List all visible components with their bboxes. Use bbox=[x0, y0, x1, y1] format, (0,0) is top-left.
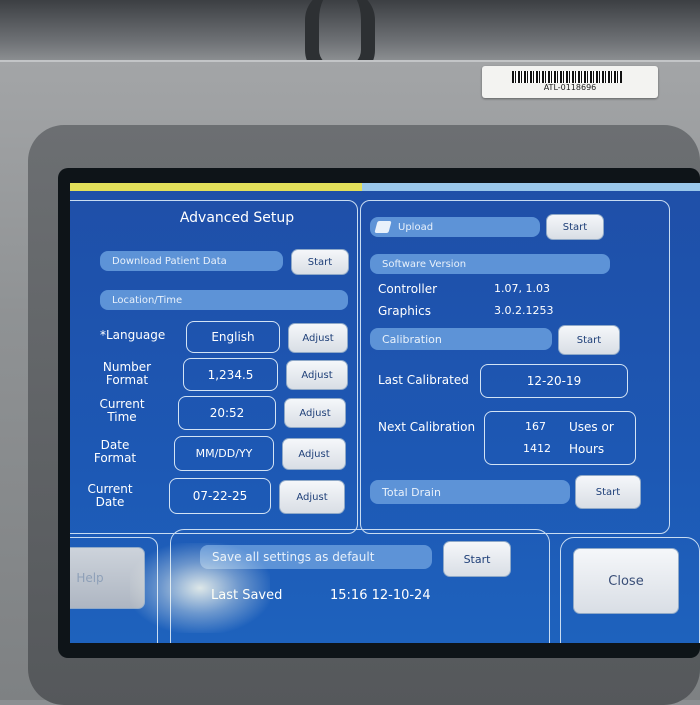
hours-value: 1412 bbox=[523, 442, 551, 455]
number-format-label: Number Format bbox=[102, 360, 152, 387]
scroll-icon bbox=[374, 221, 392, 233]
date-format-adjust-button[interactable]: Adjust bbox=[282, 438, 346, 470]
current-time-adjust-button[interactable]: Adjust bbox=[284, 398, 346, 428]
calibration-start-button[interactable]: Start bbox=[558, 325, 620, 355]
current-time-label: Current Time bbox=[99, 397, 145, 424]
hours-unit: Hours bbox=[569, 442, 605, 456]
page-title: Advanced Setup bbox=[179, 210, 295, 226]
screen-top-edge-yellow bbox=[70, 183, 362, 191]
controller-value: 1.07, 1.03 bbox=[494, 282, 550, 295]
current-date-value: 07-22-25 bbox=[169, 478, 271, 514]
graphics-label: Graphics bbox=[378, 304, 431, 318]
number-format-value: 1,234.5 bbox=[183, 358, 278, 391]
location-time-section: Location/Time bbox=[100, 290, 348, 310]
barcode bbox=[512, 71, 622, 83]
calibration-section: Calibration bbox=[370, 328, 552, 350]
total-drain-section: Total Drain bbox=[370, 480, 570, 504]
last-saved-value: 15:16 12-10-24 bbox=[330, 588, 431, 603]
close-button[interactable]: Close bbox=[573, 548, 679, 614]
uses-value: 167 bbox=[525, 420, 546, 433]
language-value: English bbox=[186, 321, 280, 353]
touch-screen: Advanced Setup Download Patient Data Sta… bbox=[70, 183, 700, 643]
date-format-value: MM/DD/YY bbox=[174, 436, 274, 471]
current-time-value: 20:52 bbox=[178, 396, 276, 430]
upload-start-button[interactable]: Start bbox=[546, 214, 604, 240]
upload-label-bar: Upload bbox=[370, 217, 540, 237]
language-adjust-button[interactable]: Adjust bbox=[288, 323, 348, 353]
upload-label: Upload bbox=[398, 221, 434, 233]
last-calibrated-label: Last Calibrated bbox=[378, 373, 469, 387]
save-start-button[interactable]: Start bbox=[443, 541, 511, 577]
controller-label: Controller bbox=[378, 282, 438, 296]
asset-tag-text: ATL-0118696 bbox=[543, 83, 597, 92]
current-date-label: Current Date bbox=[87, 482, 133, 509]
asset-label-sticker: ATL-0118696 bbox=[482, 66, 658, 98]
screen-glare bbox=[130, 543, 270, 633]
number-format-adjust-button[interactable]: Adjust bbox=[286, 360, 348, 390]
software-version-section: Software Version bbox=[370, 254, 610, 274]
date-format-label: Date Format bbox=[93, 438, 137, 465]
download-start-button[interactable]: Start bbox=[291, 249, 349, 275]
total-drain-start-button[interactable]: Start bbox=[575, 475, 641, 509]
current-date-adjust-button[interactable]: Adjust bbox=[279, 480, 345, 514]
graphics-value: 3.0.2.1253 bbox=[494, 304, 554, 317]
screen-top-edge-light bbox=[362, 183, 700, 191]
language-label: *Language bbox=[100, 328, 166, 342]
download-patient-data-label: Download Patient Data bbox=[100, 251, 283, 271]
last-calibrated-value: 12-20-19 bbox=[480, 364, 628, 398]
next-calibration-box: 167 Uses or 1412 Hours bbox=[484, 411, 636, 465]
handwritten-note bbox=[30, 64, 200, 104]
uses-unit: Uses or bbox=[569, 420, 614, 434]
next-calibration-label: Next Calibration bbox=[378, 420, 476, 434]
